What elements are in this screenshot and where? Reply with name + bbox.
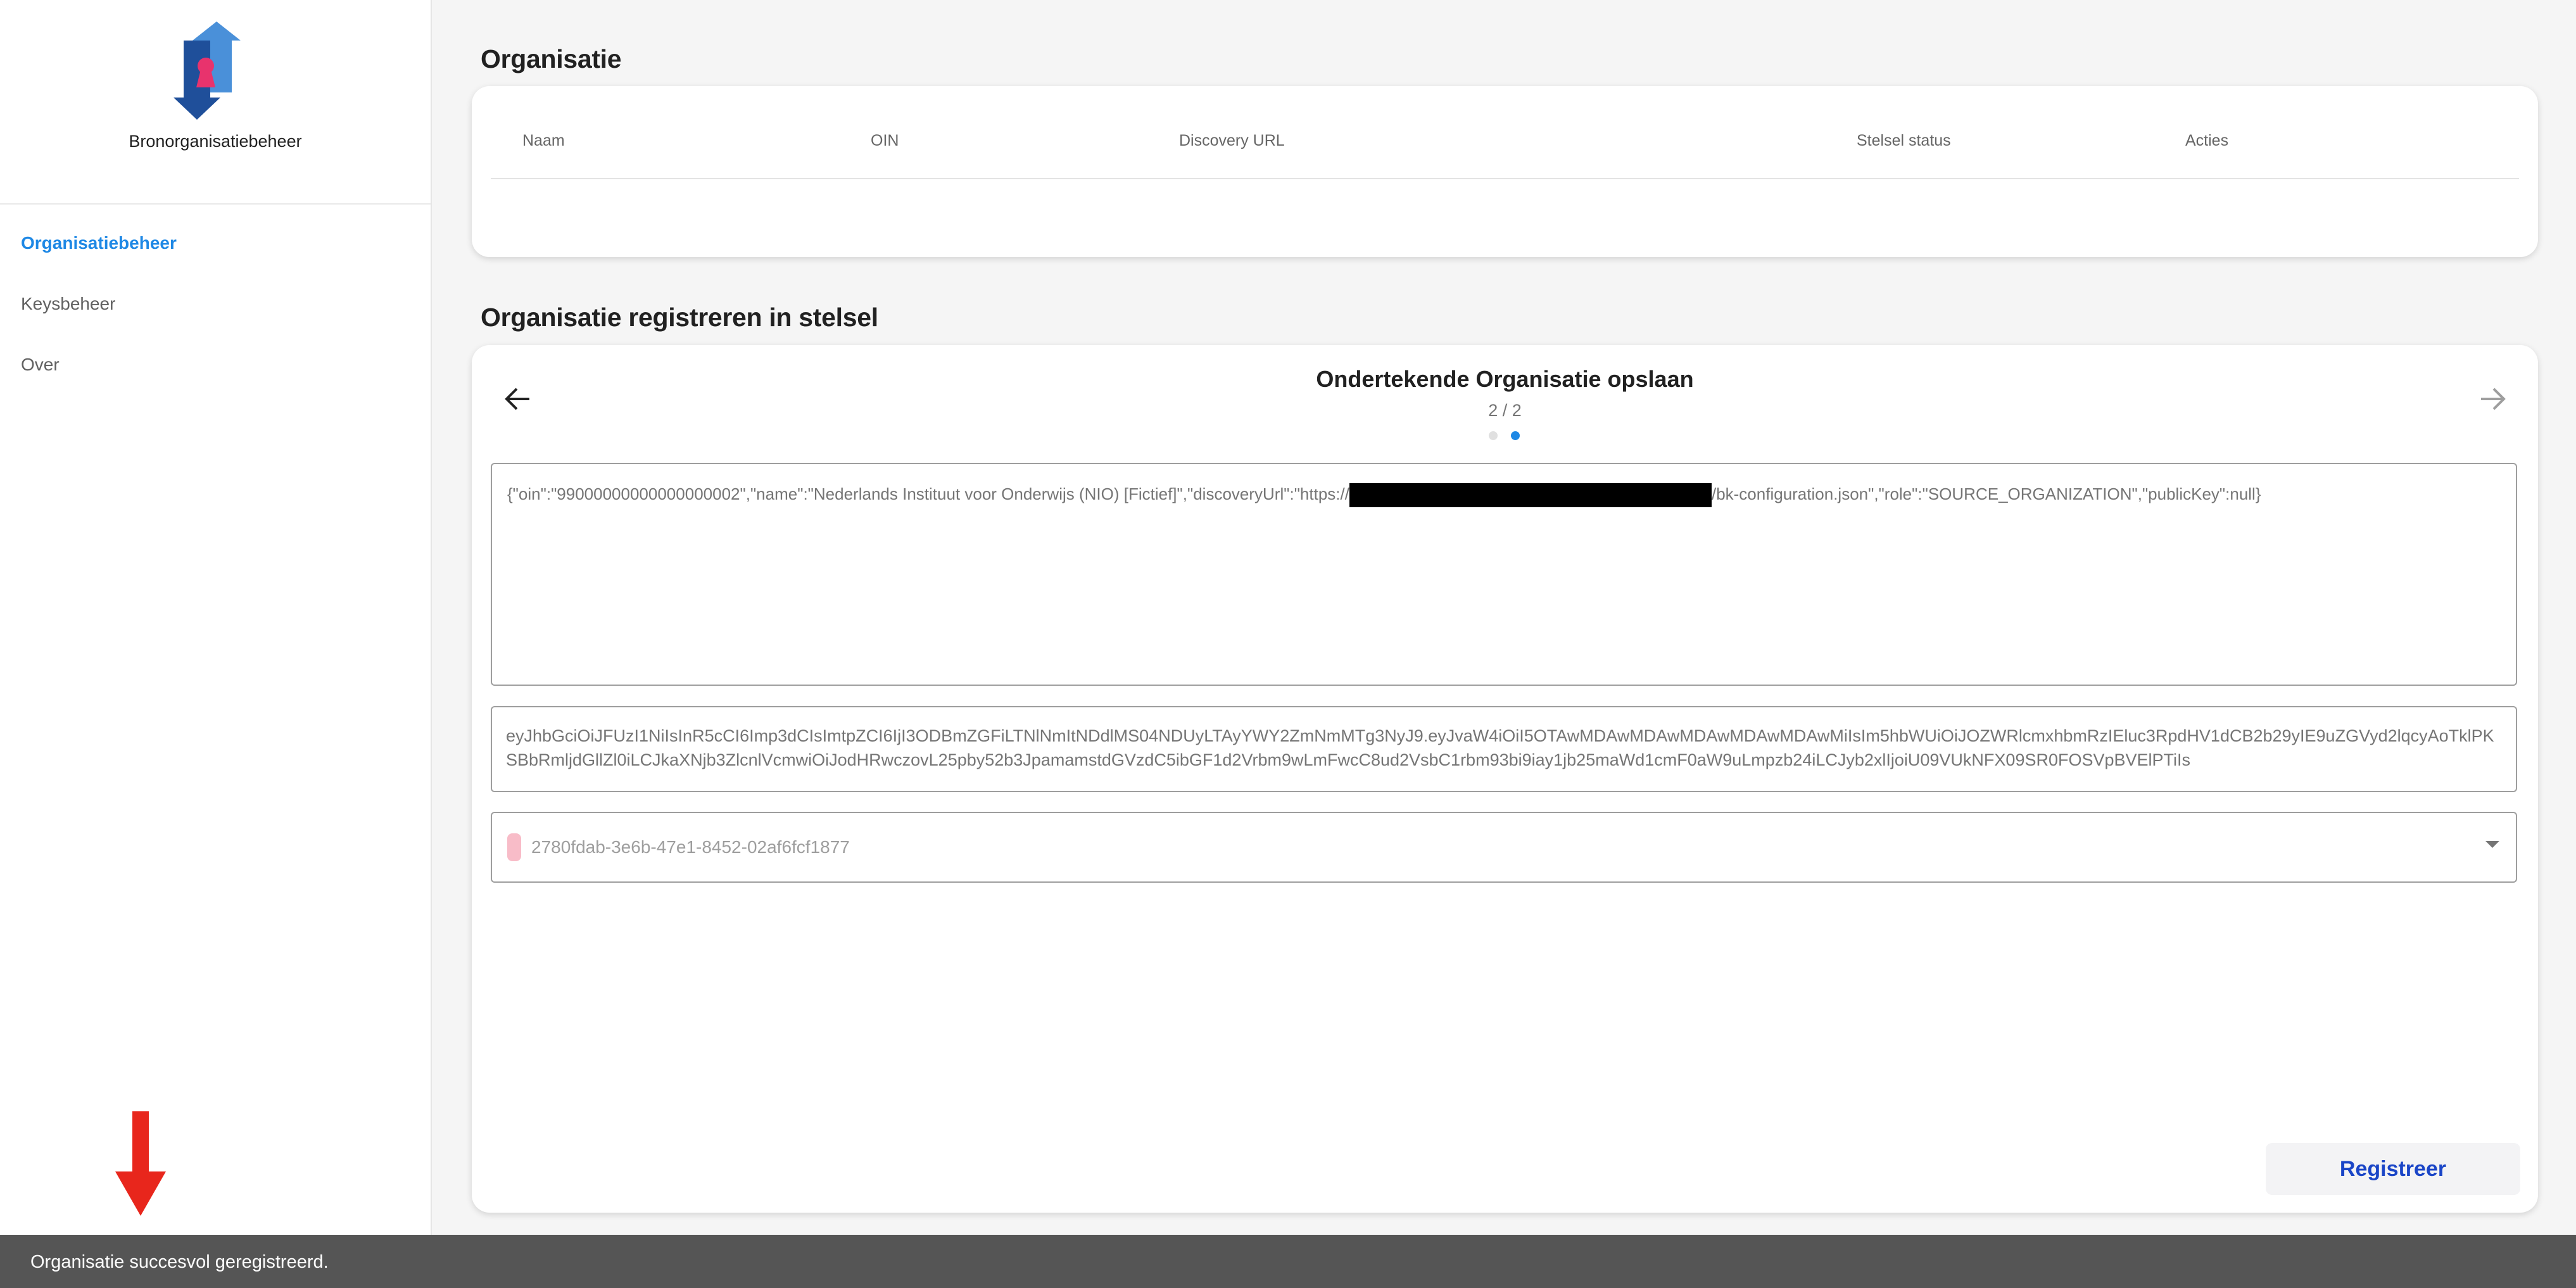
organisation-json-prefix: {"oin":"99000000000000000002","name":"Ne… <box>507 484 1349 503</box>
sidebar-item-over[interactable]: Over <box>21 355 60 375</box>
organisations-table-header: Naam OIN Discovery URL Stelsel status Ac… <box>491 86 2519 179</box>
snackbar-message: Organisatie succesvol geregistreerd. <box>30 1252 329 1272</box>
app-logo-icon <box>174 22 241 120</box>
register-button[interactable]: Registreer <box>2266 1143 2520 1195</box>
sidebar-item-organisatiebeheer[interactable]: Organisatiebeheer <box>21 233 177 253</box>
caret-down-icon[interactable] <box>2485 841 2499 848</box>
organisations-title: Organisatie <box>481 44 622 73</box>
column-header-oin: OIN <box>871 132 899 149</box>
step-counter: 2 / 2 <box>1488 401 1522 420</box>
app-name: Bronorganisatiebeheer <box>129 132 302 151</box>
registration-card: Ondertekende Organisatie opslaan 2 / 2 {… <box>472 345 2538 1213</box>
column-header-naam: Naam <box>522 132 565 149</box>
key-color-swatch <box>507 833 521 861</box>
arrow-right-icon[interactable] <box>2477 383 2509 415</box>
organisation-json-field[interactable]: {"oin":"99000000000000000002","name":"Ne… <box>491 463 2517 686</box>
key-select-value: 2780fdab-3e6b-47e1-8452-02af6fcf1877 <box>531 837 850 857</box>
step-dot-1 <box>1489 431 1498 440</box>
sidebar-item-keysbeheer[interactable]: Keysbeheer <box>21 294 115 314</box>
organisations-card: Naam OIN Discovery URL Stelsel status Ac… <box>472 86 2538 257</box>
step-dot-2 <box>1511 431 1520 440</box>
sidebar: Bronorganisatiebeheer Organisatiebeheer … <box>0 0 432 1235</box>
annotation-arrow-icon <box>115 1111 166 1216</box>
step-title: Ondertekende Organisatie opslaan <box>1316 366 1694 392</box>
signed-token-field[interactable]: eyJhbGciOiJFUzI1NiIsInR5cCI6Imp3dCIsImtp… <box>491 706 2517 792</box>
column-header-stelsel-status: Stelsel status <box>1857 132 1951 149</box>
registration-title: Organisatie registreren in stelsel <box>481 303 878 332</box>
organisation-json-suffix: /bk-configuration.json","role":"SOURCE_O… <box>1711 484 2261 503</box>
column-header-discovery-url: Discovery URL <box>1179 132 1285 149</box>
key-select[interactable]: 2780fdab-3e6b-47e1-8452-02af6fcf1877 <box>491 812 2517 883</box>
sidebar-divider <box>0 203 431 205</box>
snackbar: Organisatie succesvol geregistreerd. <box>0 1235 2576 1288</box>
column-header-acties: Acties <box>2185 132 2229 149</box>
redacted-url <box>1349 483 1712 507</box>
